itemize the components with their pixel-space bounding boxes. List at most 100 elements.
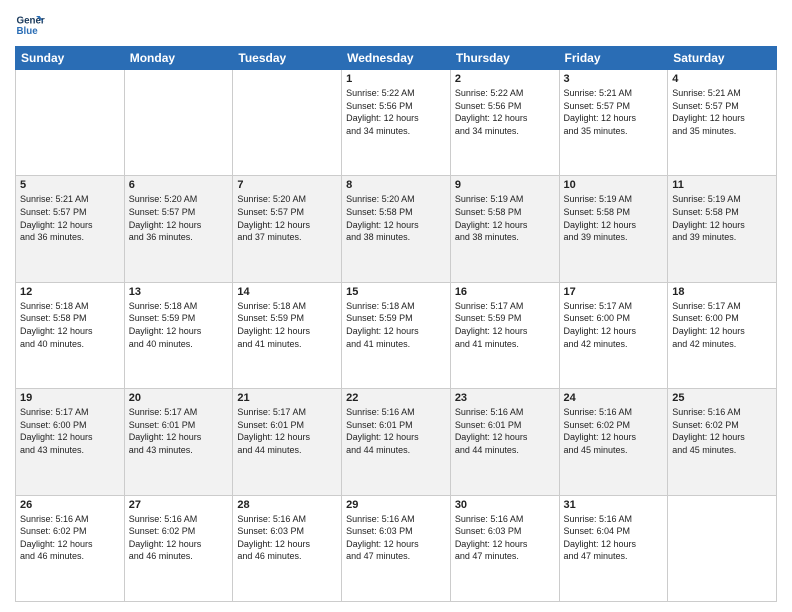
calendar-cell: 6 Sunrise: 5:20 AM Sunset: 5:57 PM Daylig…: [124, 176, 233, 282]
logo: General Blue: [15, 10, 45, 40]
day-number: 21: [237, 392, 337, 404]
day-number: 2: [455, 73, 555, 85]
header: General Blue: [15, 10, 777, 40]
day-info: Sunrise: 5:16 AM Sunset: 6:03 PM Dayligh…: [237, 513, 337, 563]
day-info: Sunrise: 5:17 AM Sunset: 6:00 PM Dayligh…: [672, 300, 772, 350]
day-info: Sunrise: 5:17 AM Sunset: 6:00 PM Dayligh…: [564, 300, 664, 350]
page: General Blue SundayMondayTuesdayWednesda…: [0, 0, 792, 612]
day-header-saturday: Saturday: [668, 47, 777, 70]
day-header-friday: Friday: [559, 47, 668, 70]
day-number: 14: [237, 286, 337, 298]
day-info: Sunrise: 5:16 AM Sunset: 6:01 PM Dayligh…: [455, 406, 555, 456]
day-info: Sunrise: 5:17 AM Sunset: 6:00 PM Dayligh…: [20, 406, 120, 456]
day-number: 4: [672, 73, 772, 85]
day-info: Sunrise: 5:17 AM Sunset: 6:01 PM Dayligh…: [237, 406, 337, 456]
calendar-cell: 20 Sunrise: 5:17 AM Sunset: 6:01 PM Dayli…: [124, 389, 233, 495]
day-number: 30: [455, 499, 555, 511]
day-number: 22: [346, 392, 446, 404]
day-number: 12: [20, 286, 120, 298]
calendar-cell: [233, 70, 342, 176]
day-info: Sunrise: 5:18 AM Sunset: 5:59 PM Dayligh…: [346, 300, 446, 350]
day-number: 16: [455, 286, 555, 298]
day-info: Sunrise: 5:18 AM Sunset: 5:58 PM Dayligh…: [20, 300, 120, 350]
day-info: Sunrise: 5:19 AM Sunset: 5:58 PM Dayligh…: [672, 193, 772, 243]
calendar-cell: 29 Sunrise: 5:16 AM Sunset: 6:03 PM Dayli…: [342, 495, 451, 601]
day-number: 10: [564, 179, 664, 191]
day-info: Sunrise: 5:19 AM Sunset: 5:58 PM Dayligh…: [564, 193, 664, 243]
calendar-week-1: 5 Sunrise: 5:21 AM Sunset: 5:57 PM Daylig…: [16, 176, 777, 282]
day-info: Sunrise: 5:17 AM Sunset: 5:59 PM Dayligh…: [455, 300, 555, 350]
calendar-cell: 2Sunrise: 5:22 AM Sunset: 5:56 PM Daylig…: [450, 70, 559, 176]
day-number: 28: [237, 499, 337, 511]
calendar-week-4: 26Sunrise: 5:16 AM Sunset: 6:02 PM Dayli…: [16, 495, 777, 601]
day-header-wednesday: Wednesday: [342, 47, 451, 70]
calendar-cell: 31Sunrise: 5:16 AM Sunset: 6:04 PM Dayli…: [559, 495, 668, 601]
day-number: 8: [346, 179, 446, 191]
day-number: 27: [129, 499, 229, 511]
day-info: Sunrise: 5:16 AM Sunset: 6:02 PM Dayligh…: [129, 513, 229, 563]
calendar-cell: [124, 70, 233, 176]
svg-text:General: General: [17, 16, 46, 27]
calendar-table: SundayMondayTuesdayWednesdayThursdayFrid…: [15, 46, 777, 602]
day-number: 3: [564, 73, 664, 85]
day-info: Sunrise: 5:16 AM Sunset: 6:03 PM Dayligh…: [346, 513, 446, 563]
calendar-cell: 14 Sunrise: 5:18 AM Sunset: 5:59 PM Dayli…: [233, 282, 342, 388]
calendar-cell: 8 Sunrise: 5:20 AM Sunset: 5:58 PM Daylig…: [342, 176, 451, 282]
calendar-cell: 27 Sunrise: 5:16 AM Sunset: 6:02 PM Dayli…: [124, 495, 233, 601]
calendar-cell: 7 Sunrise: 5:20 AM Sunset: 5:57 PM Daylig…: [233, 176, 342, 282]
day-info: Sunrise: 5:20 AM Sunset: 5:58 PM Dayligh…: [346, 193, 446, 243]
day-info: Sunrise: 5:17 AM Sunset: 6:01 PM Dayligh…: [129, 406, 229, 456]
svg-text:Blue: Blue: [17, 26, 39, 37]
calendar-cell: 30 Sunrise: 5:16 AM Sunset: 6:03 PM Dayli…: [450, 495, 559, 601]
calendar-week-3: 19 Sunrise: 5:17 AM Sunset: 6:00 PM Dayli…: [16, 389, 777, 495]
calendar-cell: 12 Sunrise: 5:18 AM Sunset: 5:58 PM Dayli…: [16, 282, 125, 388]
day-info: Sunrise: 5:20 AM Sunset: 5:57 PM Dayligh…: [237, 193, 337, 243]
day-number: 5: [20, 179, 120, 191]
calendar-cell: 9 Sunrise: 5:19 AM Sunset: 5:58 PM Daylig…: [450, 176, 559, 282]
day-header-monday: Monday: [124, 47, 233, 70]
day-number: 15: [346, 286, 446, 298]
day-info: Sunrise: 5:16 AM Sunset: 6:02 PM Dayligh…: [564, 406, 664, 456]
calendar-header-row: SundayMondayTuesdayWednesdayThursdayFrid…: [16, 47, 777, 70]
day-number: 19: [20, 392, 120, 404]
calendar-cell: 16 Sunrise: 5:17 AM Sunset: 5:59 PM Dayli…: [450, 282, 559, 388]
day-header-thursday: Thursday: [450, 47, 559, 70]
calendar-week-2: 12 Sunrise: 5:18 AM Sunset: 5:58 PM Dayli…: [16, 282, 777, 388]
calendar-cell: 13Sunrise: 5:18 AM Sunset: 5:59 PM Dayli…: [124, 282, 233, 388]
calendar-cell: 24 Sunrise: 5:16 AM Sunset: 6:02 PM Dayli…: [559, 389, 668, 495]
day-number: 7: [237, 179, 337, 191]
day-number: 24: [564, 392, 664, 404]
day-number: 13: [129, 286, 229, 298]
day-info: Sunrise: 5:16 AM Sunset: 6:03 PM Dayligh…: [455, 513, 555, 563]
calendar-week-0: 1 Sunrise: 5:22 AM Sunset: 5:56 PM Daylig…: [16, 70, 777, 176]
day-info: Sunrise: 5:16 AM Sunset: 6:02 PM Dayligh…: [672, 406, 772, 456]
day-info: Sunrise: 5:16 AM Sunset: 6:02 PM Dayligh…: [20, 513, 120, 563]
day-number: 17: [564, 286, 664, 298]
day-info: Sunrise: 5:22 AM Sunset: 5:56 PM Dayligh…: [346, 87, 446, 137]
day-number: 11: [672, 179, 772, 191]
day-info: Sunrise: 5:21 AM Sunset: 5:57 PM Dayligh…: [564, 87, 664, 137]
day-number: 1: [346, 73, 446, 85]
calendar-cell: 18 Sunrise: 5:17 AM Sunset: 6:00 PM Dayli…: [668, 282, 777, 388]
day-info: Sunrise: 5:21 AM Sunset: 5:57 PM Dayligh…: [672, 87, 772, 137]
day-info: Sunrise: 5:18 AM Sunset: 5:59 PM Dayligh…: [237, 300, 337, 350]
calendar-cell: 25 Sunrise: 5:16 AM Sunset: 6:02 PM Dayli…: [668, 389, 777, 495]
day-info: Sunrise: 5:20 AM Sunset: 5:57 PM Dayligh…: [129, 193, 229, 243]
calendar-cell: 26Sunrise: 5:16 AM Sunset: 6:02 PM Dayli…: [16, 495, 125, 601]
calendar-cell: [668, 495, 777, 601]
day-number: 23: [455, 392, 555, 404]
day-number: 9: [455, 179, 555, 191]
day-number: 25: [672, 392, 772, 404]
day-header-tuesday: Tuesday: [233, 47, 342, 70]
day-number: 20: [129, 392, 229, 404]
day-number: 18: [672, 286, 772, 298]
calendar-cell: 22Sunrise: 5:16 AM Sunset: 6:01 PM Dayli…: [342, 389, 451, 495]
day-info: Sunrise: 5:19 AM Sunset: 5:58 PM Dayligh…: [455, 193, 555, 243]
day-info: Sunrise: 5:21 AM Sunset: 5:57 PM Dayligh…: [20, 193, 120, 243]
day-number: 29: [346, 499, 446, 511]
calendar-cell: 28 Sunrise: 5:16 AM Sunset: 6:03 PM Dayli…: [233, 495, 342, 601]
calendar-cell: 17 Sunrise: 5:17 AM Sunset: 6:00 PM Dayli…: [559, 282, 668, 388]
day-number: 6: [129, 179, 229, 191]
day-number: 31: [564, 499, 664, 511]
calendar-cell: 1 Sunrise: 5:22 AM Sunset: 5:56 PM Daylig…: [342, 70, 451, 176]
